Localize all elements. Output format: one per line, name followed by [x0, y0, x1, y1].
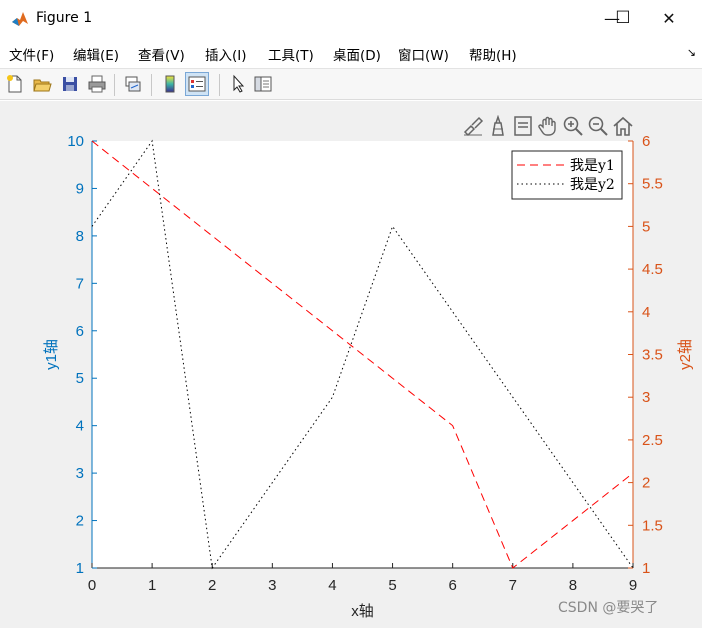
- x-tick-label: 1: [148, 577, 156, 594]
- print-icon[interactable]: [85, 72, 109, 96]
- menu-tools[interactable]: 工具(T): [268, 44, 314, 64]
- figure-toolbar: [0, 68, 702, 100]
- y1-tick-label: 8: [76, 228, 84, 245]
- close-button[interactable]: ✕: [646, 0, 692, 36]
- open-file-icon[interactable]: [30, 72, 54, 96]
- y2-tick-label: 2.5: [642, 432, 663, 449]
- property-editor-icon[interactable]: [251, 72, 275, 96]
- x-tick-label: 6: [448, 577, 456, 594]
- y1-axis-label: y1轴: [43, 339, 60, 370]
- x-axis-label: x轴: [351, 603, 374, 620]
- window-title: Figure 1: [36, 10, 93, 26]
- save-icon[interactable]: [58, 72, 82, 96]
- y2-tick-label: 3: [642, 389, 650, 406]
- y1-tick-label: 5: [76, 370, 84, 387]
- link-plot-icon[interactable]: [121, 72, 145, 96]
- toolbar-separator: [151, 74, 152, 96]
- colorbar-icon[interactable]: [158, 72, 182, 96]
- y2-tick-label: 5.5: [642, 176, 663, 193]
- csdn-watermark: CSDN @要哭了: [558, 600, 659, 616]
- x-tick-label: 3: [268, 577, 276, 594]
- pointer-icon[interactable]: [226, 72, 250, 96]
- menu-insert[interactable]: 插入(I): [205, 44, 247, 64]
- x-tick-label: 9: [629, 577, 637, 594]
- x-tick-label: 4: [328, 577, 336, 594]
- toolbar-separator: [114, 74, 115, 96]
- legend-label: 我是y2: [570, 177, 615, 193]
- y1-tick-label: 10: [67, 133, 84, 150]
- menu-edit[interactable]: 编辑(E): [73, 44, 119, 64]
- matlab-logo-icon: [11, 10, 29, 28]
- legend-label: 我是y1: [570, 158, 615, 174]
- y2-tick-label: 1: [642, 560, 650, 577]
- toolbar-separator: [219, 74, 220, 96]
- y2-tick-label: 6: [642, 133, 650, 150]
- y1-tick-label: 9: [76, 180, 84, 197]
- y1-tick-label: 1: [76, 560, 84, 577]
- y1-tick-label: 4: [76, 418, 84, 435]
- menu-overflow-icon[interactable]: ↘: [687, 46, 696, 59]
- y2-tick-label: 3.5: [642, 347, 663, 364]
- menu-help[interactable]: 帮助(H): [469, 44, 517, 64]
- x-tick-label: 2: [208, 577, 216, 594]
- x-tick-label: 8: [569, 577, 577, 594]
- title-bar: Figure 1 — ☐ ✕: [0, 0, 702, 38]
- menu-window[interactable]: 窗口(W): [398, 44, 449, 64]
- menu-desktop[interactable]: 桌面(D): [333, 44, 381, 64]
- menu-bar: 文件(F) 编辑(E) 查看(V) 插入(I) 工具(T) 桌面(D) 窗口(W…: [0, 38, 702, 68]
- figure-canvas: 0 1 2 3 4 5 6 7 8 9 1 2 3 4 5 6 7 8 9 10 1 1.5 2 2.5 3 3.5 4 4.5 5 5.…: [0, 101, 702, 628]
- x-tick-label: 0: [88, 577, 96, 594]
- y2-tick-label: 1.5: [642, 517, 663, 534]
- y2-tick-label: 2: [642, 475, 650, 492]
- y1-tick-label: 3: [76, 465, 84, 482]
- new-figure-icon[interactable]: [3, 72, 27, 96]
- menu-file[interactable]: 文件(F): [9, 44, 54, 64]
- y1-tick-label: 2: [76, 513, 84, 530]
- y2-tick-label: 4: [642, 304, 650, 321]
- y2-axis-label: y2轴: [677, 339, 694, 370]
- legend-icon[interactable]: [185, 72, 209, 96]
- maximize-button[interactable]: ☐: [600, 0, 646, 36]
- y1-tick-label: 7: [76, 275, 84, 292]
- y1-tick-label: 6: [76, 323, 84, 340]
- menu-view[interactable]: 查看(V): [138, 44, 185, 64]
- x-tick-label: 7: [509, 577, 517, 594]
- y2-tick-label: 4.5: [642, 261, 663, 278]
- y2-tick-label: 5: [642, 218, 650, 235]
- plot-area: 0 1 2 3 4 5 6 7 8 91234567891011.522.533.544.555.…: [43, 133, 694, 620]
- x-tick-label: 5: [388, 577, 396, 594]
